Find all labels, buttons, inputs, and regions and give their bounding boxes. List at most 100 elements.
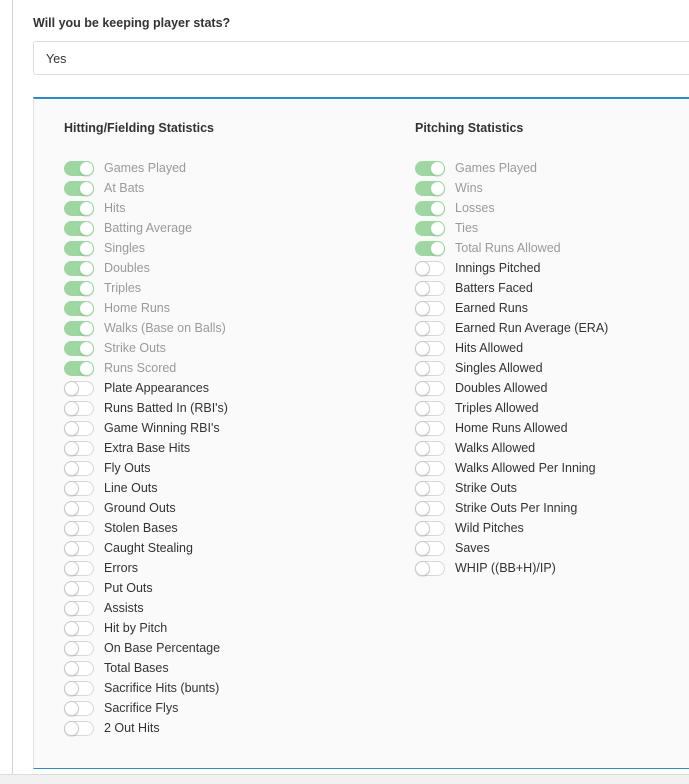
toggle-switch[interactable] [64, 720, 94, 736]
toggle-switch[interactable] [64, 580, 94, 596]
toggle-switch[interactable] [64, 380, 94, 396]
toggle-switch[interactable] [415, 520, 445, 536]
toggle-switch[interactable] [415, 560, 445, 576]
stat-toggle-row[interactable]: Hits Allowed [415, 338, 608, 358]
stat-toggle-row[interactable]: Strike Outs [415, 478, 608, 498]
toggle-switch[interactable] [415, 500, 445, 516]
stat-toggle-row[interactable]: Caught Stealing [64, 538, 228, 558]
stat-toggle-row[interactable]: On Base Percentage [64, 638, 228, 658]
toggle-switch[interactable] [415, 320, 445, 336]
toggle-switch[interactable] [64, 700, 94, 716]
toggle-switch[interactable] [415, 480, 445, 496]
toggle-switch[interactable] [415, 160, 445, 176]
stat-toggle-row[interactable]: Hit by Pitch [64, 618, 228, 638]
stat-toggle-row[interactable]: Total Runs Allowed [415, 238, 608, 258]
stat-toggle-row[interactable]: Triples [64, 278, 228, 298]
stat-toggle-row[interactable]: Saves [415, 538, 608, 558]
stat-toggle-row[interactable]: Singles [64, 238, 228, 258]
stat-toggle-row[interactable]: Batters Faced [415, 278, 608, 298]
toggle-switch[interactable] [64, 480, 94, 496]
stat-toggle-row[interactable]: Batting Average [64, 218, 228, 238]
stat-toggle-row[interactable]: Walks Allowed [415, 438, 608, 458]
stat-toggle-row[interactable]: Doubles [64, 258, 228, 278]
toggle-switch[interactable] [415, 260, 445, 276]
toggle-switch[interactable] [415, 300, 445, 316]
stat-toggle-row[interactable]: Earned Run Average (ERA) [415, 318, 608, 338]
toggle-switch[interactable] [415, 540, 445, 556]
toggle-switch[interactable] [415, 400, 445, 416]
toggle-switch[interactable] [64, 320, 94, 336]
stat-toggle-row[interactable]: Plate Appearances [64, 378, 228, 398]
stat-toggle-row[interactable]: Doubles Allowed [415, 378, 608, 398]
stat-toggle-row[interactable]: WHIP ((BB+H)/IP) [415, 558, 608, 578]
toggle-switch[interactable] [64, 440, 94, 456]
toggle-switch[interactable] [64, 240, 94, 256]
toggle-switch[interactable] [415, 340, 445, 356]
toggle-switch[interactable] [64, 620, 94, 636]
stat-toggle-row[interactable]: Stolen Bases [64, 518, 228, 538]
stat-toggle-row[interactable]: 2 Out Hits [64, 718, 228, 738]
toggle-switch[interactable] [64, 220, 94, 236]
stat-toggle-row[interactable]: Walks (Base on Balls) [64, 318, 228, 338]
toggle-switch[interactable] [415, 280, 445, 296]
toggle-switch[interactable] [64, 660, 94, 676]
stat-toggle-row[interactable]: Runs Batted In (RBI's) [64, 398, 228, 418]
toggle-switch[interactable] [64, 360, 94, 376]
toggle-switch[interactable] [64, 200, 94, 216]
toggle-switch[interactable] [64, 400, 94, 416]
stat-toggle-row[interactable]: Losses [415, 198, 608, 218]
stat-toggle-row[interactable]: Assists [64, 598, 228, 618]
toggle-switch[interactable] [64, 600, 94, 616]
toggle-switch[interactable] [415, 200, 445, 216]
toggle-switch[interactable] [64, 420, 94, 436]
toggle-switch[interactable] [415, 440, 445, 456]
stat-toggle-row[interactable]: Wins [415, 178, 608, 198]
stat-toggle-row[interactable]: Game Winning RBI's [64, 418, 228, 438]
stat-toggle-row[interactable]: Fly Outs [64, 458, 228, 478]
stat-toggle-row[interactable]: Games Played [415, 158, 608, 178]
toggle-switch[interactable] [415, 360, 445, 376]
toggle-switch[interactable] [64, 160, 94, 176]
stat-toggle-row[interactable]: Put Outs [64, 578, 228, 598]
toggle-switch[interactable] [64, 460, 94, 476]
stat-toggle-row[interactable]: At Bats [64, 178, 228, 198]
toggle-switch[interactable] [415, 460, 445, 476]
toggle-switch[interactable] [64, 640, 94, 656]
stat-toggle-row[interactable]: Sacrifice Flys [64, 698, 228, 718]
stat-toggle-row[interactable]: Extra Base Hits [64, 438, 228, 458]
stat-toggle-row[interactable]: Errors [64, 558, 228, 578]
stat-toggle-row[interactable]: Home Runs Allowed [415, 418, 608, 438]
toggle-switch[interactable] [64, 500, 94, 516]
stat-toggle-row[interactable]: Strike Outs [64, 338, 228, 358]
stat-toggle-row[interactable]: Strike Outs Per Inning [415, 498, 608, 518]
toggle-switch[interactable] [64, 340, 94, 356]
toggle-switch[interactable] [64, 260, 94, 276]
toggle-switch[interactable] [415, 420, 445, 436]
stat-toggle-row[interactable]: Games Played [64, 158, 228, 178]
stat-toggle-row[interactable]: Total Bases [64, 658, 228, 678]
stat-toggle-row[interactable]: Sacrifice Hits (bunts) [64, 678, 228, 698]
stat-toggle-row[interactable]: Line Outs [64, 478, 228, 498]
toggle-switch[interactable] [415, 180, 445, 196]
stat-toggle-row[interactable]: Earned Runs [415, 298, 608, 318]
toggle-switch[interactable] [415, 240, 445, 256]
toggle-switch[interactable] [64, 680, 94, 696]
stat-toggle-row[interactable]: Home Runs [64, 298, 228, 318]
toggle-switch[interactable] [64, 520, 94, 536]
stat-toggle-row[interactable]: Ground Outs [64, 498, 228, 518]
stat-toggle-row[interactable]: Triples Allowed [415, 398, 608, 418]
toggle-switch[interactable] [64, 560, 94, 576]
stat-toggle-row[interactable]: Singles Allowed [415, 358, 608, 378]
stat-toggle-row[interactable]: Hits [64, 198, 228, 218]
toggle-switch[interactable] [64, 300, 94, 316]
stat-toggle-row[interactable]: Runs Scored [64, 358, 228, 378]
stat-toggle-row[interactable]: Walks Allowed Per Inning [415, 458, 608, 478]
toggle-switch[interactable] [415, 220, 445, 236]
stat-toggle-row[interactable]: Ties [415, 218, 608, 238]
toggle-switch[interactable] [64, 280, 94, 296]
player-stats-select[interactable]: Yes [33, 41, 689, 75]
toggle-switch[interactable] [64, 540, 94, 556]
toggle-switch[interactable] [64, 180, 94, 196]
toggle-switch[interactable] [415, 380, 445, 396]
stat-toggle-row[interactable]: Wild Pitches [415, 518, 608, 538]
